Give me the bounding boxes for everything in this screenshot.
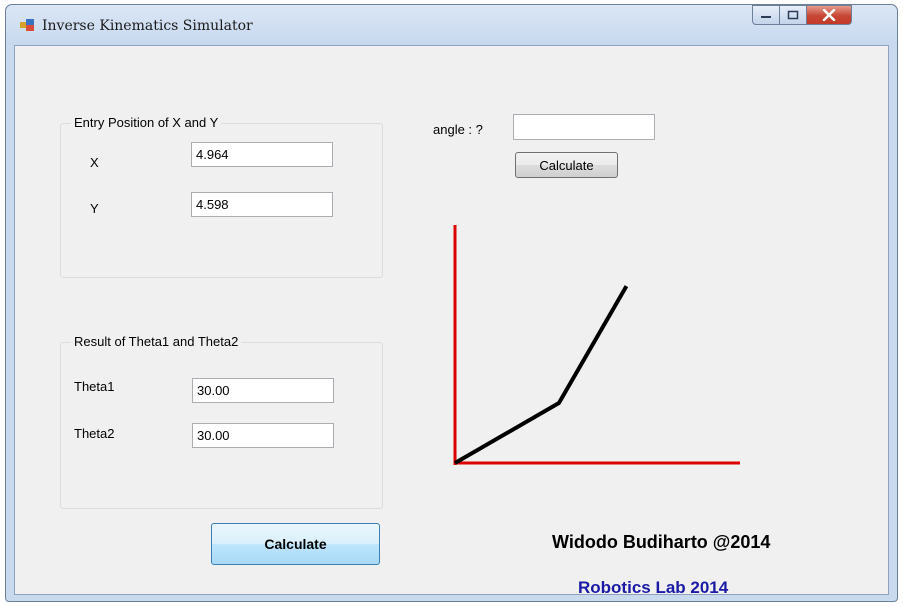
client-area: Entry Position of X and Y X Y Result of …: [14, 45, 889, 597]
arm-plot: [453, 225, 740, 465]
robot-arm: [454, 285, 629, 465]
lab-credit: Robotics Lab 2014: [578, 578, 729, 597]
app-window: Inverse Kinematics Simulator Entry Posit…: [5, 4, 898, 602]
theta1-output[interactable]: [192, 378, 334, 403]
x-input[interactable]: [191, 142, 333, 167]
y-input[interactable]: [191, 192, 333, 217]
calculate-button[interactable]: Calculate: [211, 523, 380, 565]
minimize-icon: [761, 16, 771, 18]
x-label: X: [90, 155, 99, 170]
angle-calculate-button[interactable]: Calculate: [515, 152, 618, 178]
title-bar[interactable]: Inverse Kinematics Simulator: [6, 5, 897, 45]
theta2-output[interactable]: [192, 423, 334, 448]
author-credit: Widodo Budiharto @2014: [552, 532, 771, 552]
result-group-legend: Result of Theta1 and Theta2: [71, 334, 242, 349]
maximize-icon: [787, 10, 799, 20]
close-icon: [822, 9, 836, 21]
angle-label: angle : ?: [433, 122, 483, 137]
app-icon: [20, 19, 34, 31]
angle-input[interactable]: [513, 114, 655, 140]
theta1-label: Theta1: [74, 379, 115, 394]
close-button[interactable]: [806, 5, 852, 25]
y-label: Y: [90, 201, 99, 216]
entry-group-legend: Entry Position of X and Y: [71, 115, 222, 130]
minimize-button[interactable]: [752, 5, 780, 25]
theta2-label: Theta2: [74, 426, 115, 441]
maximize-button[interactable]: [779, 5, 807, 25]
window-title: Inverse Kinematics Simulator: [42, 18, 253, 34]
